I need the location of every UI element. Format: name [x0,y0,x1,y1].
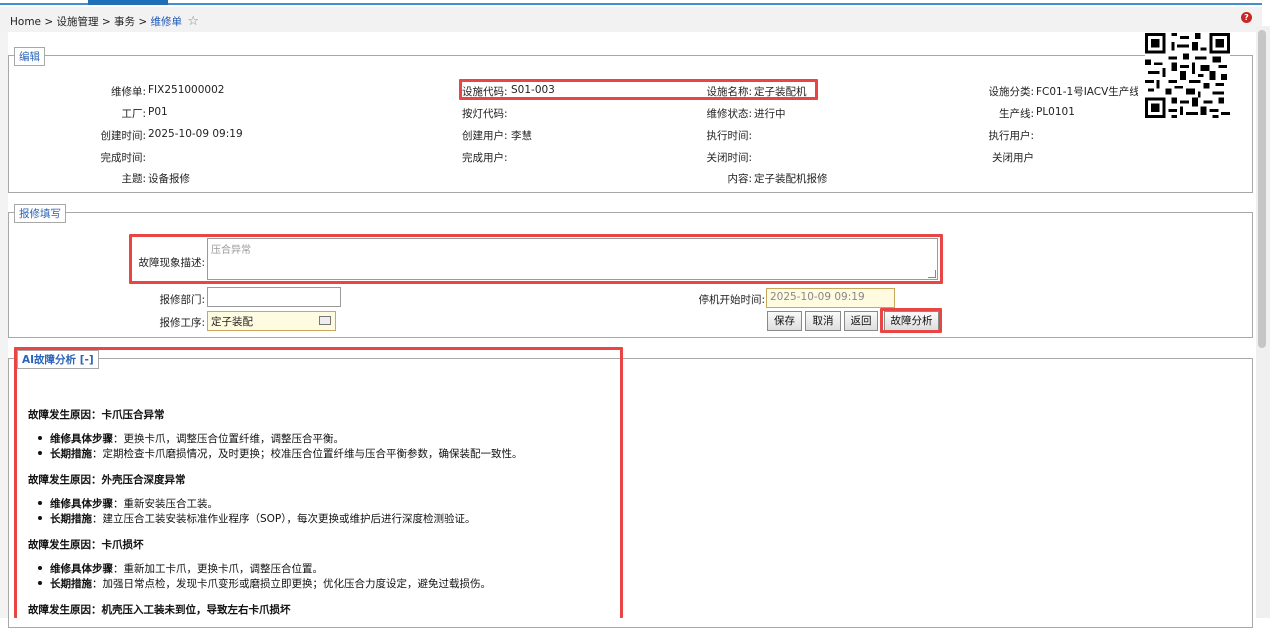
list-item: 维修具体步骤：更换卡爪，调整压合位置纤维，调整压合平衡。 [38,433,344,445]
fault-desc-label: 故障现象描述: [138,257,205,269]
edit-fieldset [8,55,1253,193]
production-line-value: PL0101 [1036,106,1075,118]
repair-status-label: 维修状态: [706,108,752,120]
created-time-value: 2025-10-09 09:19 [148,128,243,140]
subject-value: 设备报修 [148,173,190,185]
scrollbar-thumb[interactable] [1258,30,1266,348]
process-label: 报修工序: [159,317,205,329]
facility-code-value: S01-003 [511,84,555,96]
cause-title: 故障发生原因：卡爪压合异常 [28,409,165,421]
fault-analysis-button[interactable]: 故障分析 [884,311,939,331]
complete-time-label: 完成时间: [100,152,146,164]
created-time-label: 创建时间: [100,130,146,142]
star-icon[interactable]: ☆ [187,14,199,29]
repair-legend: 报修填写 [14,204,66,223]
cause-title: 故障发生原因：外壳压合深度异常 [28,474,186,486]
list-item: 维修具体步骤：重新安装压合工装。 [38,498,218,510]
factory-label: 工厂: [121,108,146,120]
subject-label: 主题: [121,173,146,185]
dept-label: 报修部门: [159,294,205,306]
exec-time-label: 执行时间: [706,130,752,142]
breadcrumb-sep: > [101,16,111,28]
breadcrumb-level1[interactable]: 设施管理 [57,16,99,28]
process-select[interactable]: 定子装配 [207,311,336,331]
left-strip [0,32,8,618]
downtime-input[interactable]: 2025-10-09 09:19 [766,288,895,308]
downtime-label: 停机开始时间: [698,294,765,306]
active-top-tab[interactable] [88,0,168,5]
list-item: 长期措施：定期检查卡爪磨损情况，及时更换；校准压合位置纤维与压合平衡参数，确保装… [38,448,523,460]
top-bar [0,0,1262,5]
calendar-icon[interactable] [319,316,331,325]
cause-title: 故障发生原因：机壳压入工装未到位，导致左右卡爪损坏 [28,604,291,616]
breadcrumb-bar: Home > 设施管理 > 事务 > 维修单 ☆ [0,7,1262,32]
andon-code-label: 按灯代码: [462,108,508,120]
fault-desc-textarea[interactable]: 压合异常 [207,238,938,280]
ai-legend[interactable]: AI故障分析 [-] [17,350,99,369]
list-item: 维修具体步骤：重新加工卡爪，更换卡爪，调整压合位置。 [38,563,323,575]
facility-category-label: 设施分类: [988,86,1034,98]
breadcrumb-current[interactable]: 维修单 [151,16,183,28]
repair-no-label: 维修单: [110,86,146,98]
list-item: 长期措施：加强日常点检，发现卡爪变形或磨损立即更换；优化压合力度设定，避免过载损… [38,578,491,590]
content-value: 定子装配机报修 [754,173,828,185]
production-line-label: 生产线: [998,108,1034,120]
content-label: 内容: [727,173,752,185]
exec-user-label: 执行用户: [988,130,1034,142]
edit-legend: 编辑 [14,47,45,66]
cancel-button[interactable]: 取消 [805,311,841,331]
breadcrumb: Home > 设施管理 > 事务 > 维修单 ☆ [10,14,199,29]
repair-no-value: FIX251000002 [148,84,225,96]
resize-grip[interactable] [928,270,936,278]
breadcrumb-level2[interactable]: 事务 [114,16,135,28]
created-user-label: 创建用户: [462,130,508,142]
qr-code [1145,33,1230,118]
complete-user-label: 完成用户: [462,152,508,164]
facility-name-label: 设施名称: [706,86,752,98]
facility-category-value: FC01-1号IACV生产线 [1036,86,1138,98]
breadcrumb-sep: > [138,16,148,28]
breadcrumb-home[interactable]: Home [10,16,41,28]
save-button[interactable]: 保存 [767,311,802,331]
facility-code-label: 设施代码: [462,86,508,98]
close-user-label: 关闭用户 [992,152,1034,164]
breadcrumb-sep: > [44,16,54,28]
repair-status-value: 进行中 [754,108,786,120]
cause-title: 故障发生原因：卡爪损坏 [28,539,144,551]
created-user-value: 李慧 [511,130,532,142]
list-item: 长期措施：建立压合工装安装标准作业程序（SOP），每次更换或维护后进行深度检测验… [38,513,476,525]
help-icon[interactable]: ? [1241,12,1252,23]
close-time-label: 关闭时间: [706,152,752,164]
back-button[interactable]: 返回 [844,311,878,331]
fault-desc-value: 压合异常 [211,245,251,256]
facility-name-value: 定子装配机 [754,86,807,98]
factory-value: P01 [148,106,168,118]
dept-input[interactable] [207,287,341,307]
process-value: 定子装配 [211,316,253,328]
